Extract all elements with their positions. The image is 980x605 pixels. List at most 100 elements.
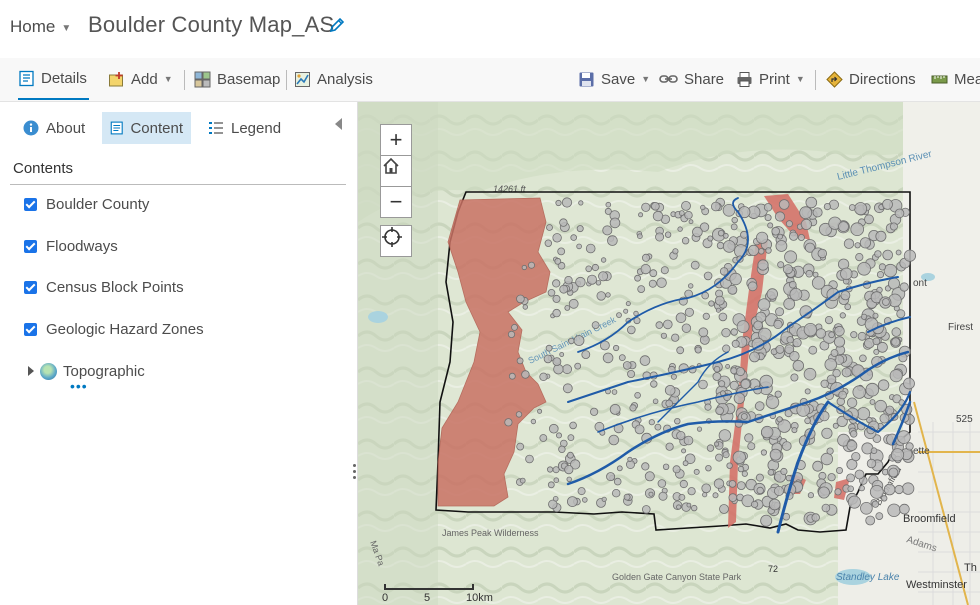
census-point[interactable]: [567, 434, 575, 442]
census-point[interactable]: [675, 312, 687, 324]
census-point[interactable]: [573, 335, 585, 346]
census-point[interactable]: [616, 465, 623, 472]
census-point[interactable]: [684, 210, 693, 220]
census-point[interactable]: [612, 489, 621, 498]
census-point[interactable]: [715, 307, 721, 313]
census-point[interactable]: [657, 479, 667, 488]
census-point[interactable]: [564, 275, 573, 285]
census-point[interactable]: [715, 406, 724, 416]
zoom-out-button[interactable]: −: [380, 186, 412, 218]
census-point[interactable]: [736, 320, 750, 334]
census-point[interactable]: [574, 362, 582, 370]
census-point[interactable]: [899, 503, 910, 515]
save-button[interactable]: Save ▼: [578, 58, 650, 100]
census-point[interactable]: [799, 206, 813, 220]
census-point[interactable]: [847, 485, 855, 493]
census-point[interactable]: [846, 473, 856, 483]
census-point[interactable]: [821, 503, 831, 513]
census-point[interactable]: [634, 274, 642, 282]
census-point[interactable]: [604, 207, 612, 215]
census-point[interactable]: [812, 207, 823, 218]
census-point[interactable]: [618, 354, 626, 362]
census-point[interactable]: [889, 222, 898, 231]
census-point[interactable]: [780, 467, 788, 476]
census-point[interactable]: [843, 238, 855, 249]
census-point[interactable]: [616, 312, 622, 319]
census-point[interactable]: [547, 466, 554, 473]
census-point[interactable]: [811, 276, 826, 290]
directions-button[interactable]: Directions: [826, 58, 916, 100]
census-point[interactable]: [693, 468, 700, 475]
census-point[interactable]: [708, 300, 715, 307]
census-point[interactable]: [639, 355, 651, 366]
census-point[interactable]: [830, 349, 839, 357]
census-point[interactable]: [713, 478, 725, 489]
census-point[interactable]: [671, 333, 680, 342]
census-point[interactable]: [552, 495, 559, 502]
census-point[interactable]: [623, 493, 631, 501]
census-point[interactable]: [575, 276, 586, 288]
census-point[interactable]: [694, 346, 702, 354]
census-point[interactable]: [648, 491, 654, 497]
census-point[interactable]: [521, 264, 527, 271]
census-point[interactable]: [899, 282, 909, 292]
census-point[interactable]: [903, 377, 915, 390]
census-point[interactable]: [640, 264, 651, 275]
locate-button[interactable]: [380, 225, 412, 257]
census-point[interactable]: [690, 260, 700, 270]
census-point[interactable]: [585, 243, 596, 254]
census-point[interactable]: [721, 327, 731, 338]
census-point[interactable]: [731, 216, 738, 224]
census-point[interactable]: [552, 294, 561, 303]
census-point[interactable]: [749, 351, 760, 363]
census-point[interactable]: [896, 309, 906, 319]
census-point[interactable]: [582, 497, 588, 503]
census-point[interactable]: [650, 380, 658, 388]
census-point[interactable]: [627, 456, 633, 462]
home-extent-button[interactable]: [380, 155, 412, 187]
census-point[interactable]: [875, 230, 887, 242]
census-point[interactable]: [516, 442, 525, 451]
census-point[interactable]: [629, 404, 637, 412]
census-point[interactable]: [869, 399, 876, 405]
census-point[interactable]: [634, 424, 645, 435]
census-point[interactable]: [824, 358, 838, 371]
census-point[interactable]: [561, 197, 573, 208]
census-point[interactable]: [835, 466, 843, 474]
census-point[interactable]: [800, 218, 812, 231]
census-point[interactable]: [872, 312, 879, 319]
census-point[interactable]: [557, 247, 566, 256]
collapse-panel-icon[interactable]: [335, 118, 342, 130]
census-point[interactable]: [874, 250, 882, 258]
census-point[interactable]: [761, 425, 774, 439]
census-point[interactable]: [516, 294, 525, 304]
print-button[interactable]: Print ▼: [736, 58, 805, 100]
census-point[interactable]: [713, 365, 721, 373]
census-point[interactable]: [602, 352, 614, 364]
census-point[interactable]: [769, 448, 782, 461]
details-button[interactable]: Details: [18, 58, 89, 100]
census-point[interactable]: [729, 380, 739, 390]
census-point[interactable]: [812, 460, 824, 472]
census-point[interactable]: [611, 389, 618, 395]
census-point[interactable]: [674, 418, 681, 425]
census-point[interactable]: [854, 242, 861, 249]
census-point[interactable]: [547, 289, 556, 297]
census-point[interactable]: [728, 480, 737, 488]
census-point[interactable]: [767, 469, 775, 476]
census-point[interactable]: [637, 285, 646, 294]
census-point[interactable]: [883, 263, 898, 278]
census-point[interactable]: [568, 337, 575, 345]
census-point[interactable]: [730, 223, 738, 231]
census-point[interactable]: [808, 345, 818, 355]
census-point[interactable]: [784, 250, 798, 264]
census-point[interactable]: [753, 320, 763, 331]
census-point[interactable]: [774, 211, 786, 222]
tab-legend[interactable]: Legend: [200, 112, 289, 144]
census-point[interactable]: [879, 413, 890, 424]
census-point[interactable]: [569, 421, 577, 430]
census-point[interactable]: [545, 344, 553, 352]
census-point[interactable]: [648, 419, 655, 426]
census-point[interactable]: [894, 484, 904, 495]
census-point[interactable]: [641, 505, 651, 514]
